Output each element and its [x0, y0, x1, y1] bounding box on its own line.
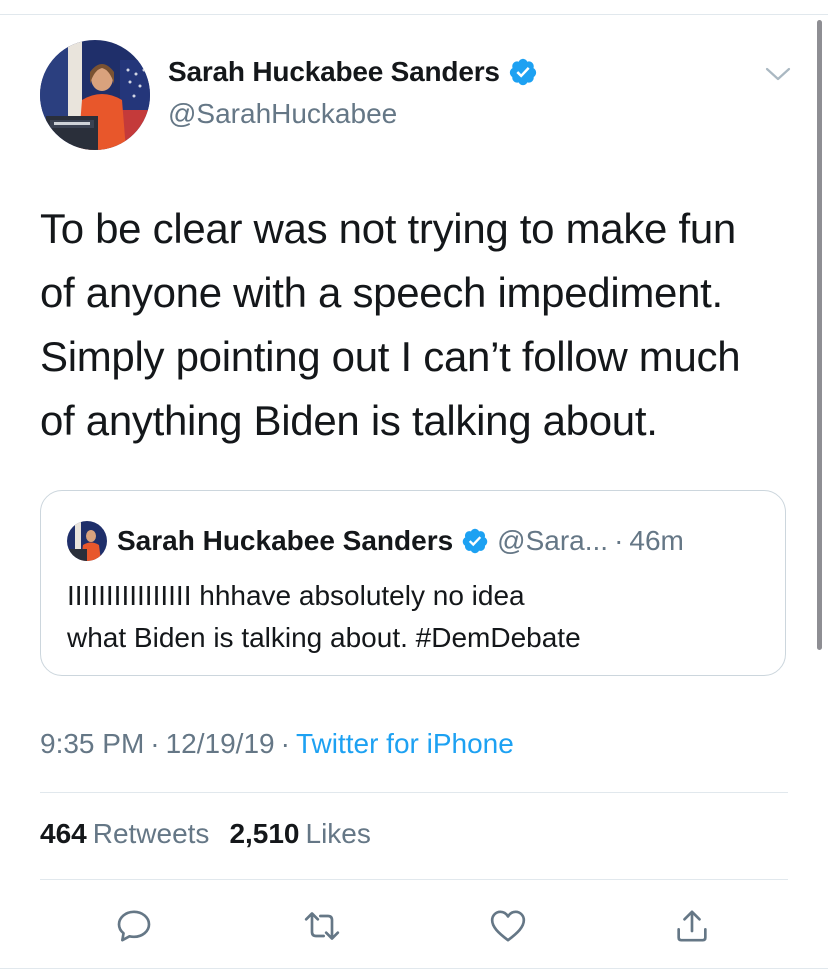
quoted-author-avatar	[67, 521, 107, 561]
retweet-icon	[304, 912, 340, 940]
tweet-time: 9:35 PM	[40, 728, 145, 759]
like-button[interactable]	[486, 904, 530, 948]
retweet-button[interactable]	[300, 904, 344, 948]
chevron-down-icon[interactable]	[764, 64, 792, 84]
quoted-author-handle: @Sara...	[497, 525, 609, 556]
dot-separator: ·	[280, 728, 290, 759]
divider	[40, 792, 788, 793]
likes-label: Likes	[305, 818, 371, 849]
author-avatar[interactable]	[40, 40, 150, 150]
divider	[40, 879, 788, 880]
share-button[interactable]	[670, 904, 714, 948]
author-name[interactable]: Sarah Huckabee Sanders	[168, 56, 500, 88]
quoted-tweet-header: Sarah Huckabee Sanders @Sara... · 46m	[67, 521, 684, 561]
quoted-author-name: Sarah Huckabee Sanders	[117, 525, 454, 556]
scrollbar[interactable]	[817, 20, 822, 650]
retweets-stat[interactable]: 464 Retweets	[40, 818, 209, 849]
author-name-row[interactable]: Sarah Huckabee Sanders	[168, 56, 538, 88]
quoted-tweet-text: IIIIIIIIIIIIIIII hhhave absolutely no id…	[67, 580, 581, 653]
verified-badge-icon	[509, 58, 536, 86]
tweet-source-link[interactable]: Twitter for iPhone	[296, 728, 514, 759]
bottom-divider	[0, 968, 828, 969]
author-handle[interactable]: @SarahHuckabee	[168, 98, 397, 130]
top-divider	[0, 14, 828, 15]
reply-icon	[117, 910, 151, 942]
retweets-label: Retweets	[92, 818, 210, 849]
likes-count: 2,510	[229, 818, 300, 849]
quoted-tweet[interactable]: Sarah Huckabee Sanders @Sara... · 46m II…	[40, 490, 786, 676]
dot-separator: ·	[150, 728, 160, 759]
like-icon	[490, 910, 526, 942]
dot-separator: ·	[614, 525, 624, 556]
share-icon	[677, 910, 707, 942]
tweet-date: 12/19/19	[165, 728, 275, 759]
retweets-count: 464	[40, 818, 87, 849]
tweet-meta: 9:35 PM · 12/19/19 · Twitter for iPhone	[40, 728, 514, 760]
verified-badge-icon	[462, 528, 488, 554]
tweet-text: To be clear was not trying to make fun o…	[40, 205, 741, 444]
likes-stat[interactable]: 2,510 Likes	[229, 818, 370, 849]
reply-button[interactable]	[112, 904, 156, 948]
quoted-tweet-time: 46m	[629, 525, 684, 556]
tweet-stats: 464 Retweets 2,510 Likes	[40, 818, 371, 850]
